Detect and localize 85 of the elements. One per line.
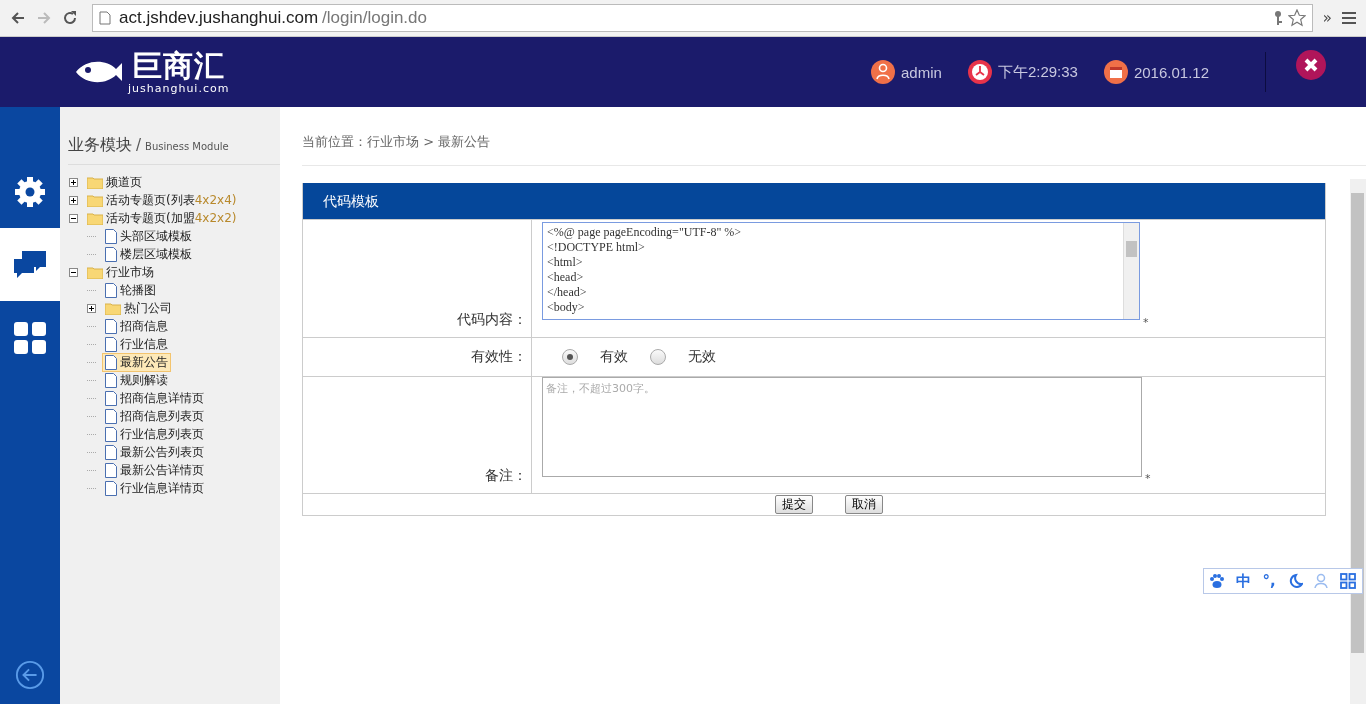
title-separator: / <box>136 136 142 154</box>
close-icon[interactable] <box>1296 50 1326 80</box>
tree-item[interactable]: 最新公告列表页 <box>102 442 207 462</box>
file-icon <box>105 390 117 406</box>
address-field[interactable]: act.jshdev.jushanghui.com /login/login.do <box>92 4 1313 32</box>
tree-item[interactable]: 行业信息详情页 <box>102 478 207 498</box>
required-mark: * <box>1143 316 1149 329</box>
folder-icon <box>87 265 103 279</box>
field-label: 代码内容： <box>457 311 527 329</box>
time-text: 下午2:29:33 <box>997 62 1078 82</box>
file-icon <box>105 444 117 460</box>
menu-icon[interactable] <box>1342 12 1356 24</box>
file-icon <box>105 282 117 298</box>
file-icon <box>105 408 117 424</box>
tree-item[interactable]: 行业市场 <box>84 262 157 282</box>
file-icon <box>105 354 117 370</box>
radio-button[interactable] <box>650 349 666 365</box>
submit-button[interactable]: 提交 <box>775 495 813 514</box>
breadcrumb: 当前位置：行业市场 > 最新公告 <box>302 107 1366 166</box>
grid-icon[interactable] <box>1340 573 1357 589</box>
tree-item[interactable]: 最新公告详情页 <box>102 460 207 480</box>
settings-icon <box>13 174 47 209</box>
chat-icon <box>12 248 48 281</box>
tree-item[interactable]: 活动专题页(列表4x2x4) <box>84 190 240 210</box>
file-icon <box>105 246 117 262</box>
collapse-toggle-icon[interactable] <box>69 213 78 223</box>
overflow-button[interactable]: » <box>1322 9 1332 27</box>
tree-item[interactable]: 轮播图 <box>102 280 159 300</box>
paw-icon[interactable] <box>1209 573 1226 589</box>
tree-item[interactable]: 楼层区域模板 <box>102 244 195 264</box>
file-icon <box>105 480 117 496</box>
sidebar-subtitle: Business Module <box>145 141 229 152</box>
tree-item[interactable]: 活动专题页(加盟4x2x2) <box>84 208 240 228</box>
punctuation-toggle[interactable]: °, <box>1262 572 1276 590</box>
tree-item[interactable]: 头部区域模板 <box>102 226 195 246</box>
folder-icon <box>87 193 103 207</box>
folder-icon <box>87 175 103 189</box>
expand-toggle-icon[interactable] <box>69 177 78 187</box>
file-icon <box>105 228 117 244</box>
language-toggle[interactable]: 中 <box>1236 571 1252 591</box>
star-icon[interactable] <box>1287 9 1306 27</box>
file-icon <box>105 318 117 334</box>
user-icon <box>871 60 895 84</box>
folder-icon <box>105 301 121 315</box>
tree-item[interactable]: 最新公告 <box>102 352 171 372</box>
field-label: 有效性： <box>471 348 527 366</box>
file-icon <box>105 372 117 388</box>
tree-item[interactable]: 频道页 <box>84 172 145 192</box>
reload-icon[interactable] <box>62 10 78 26</box>
file-icon <box>105 462 117 478</box>
note-field[interactable]: 备注，不超过300字。 <box>542 377 1142 477</box>
tree-item[interactable]: 行业信息列表页 <box>102 424 207 444</box>
required-mark: * <box>1145 472 1151 485</box>
cancel-button[interactable]: 取消 <box>845 495 883 514</box>
tree-item[interactable]: 热门公司 <box>102 298 175 318</box>
code-field[interactable]: <%@ page pageEncoding="UTF-8" %> <!DOCTYPE html> <html> <head> </head> <body> <box>542 222 1140 320</box>
collapse-toggle-icon[interactable] <box>69 267 78 277</box>
file-icon <box>105 426 117 442</box>
scrollbar[interactable] <box>1350 179 1366 704</box>
expand-toggle-icon[interactable] <box>69 195 78 205</box>
panel-title: 代码模板 <box>303 183 1325 219</box>
radio-label: 有效 <box>600 348 628 366</box>
sidebar-title: 业务模块 <box>68 135 132 156</box>
expand-toggle-icon[interactable] <box>87 303 96 313</box>
tree-item[interactable]: 招商信息 <box>102 316 171 336</box>
radio-label: 无效 <box>688 348 716 366</box>
calendar-icon <box>1103 60 1128 84</box>
date-text: 2016.01.12 <box>1133 63 1209 81</box>
tree-item[interactable]: 招商信息详情页 <box>102 388 207 408</box>
file-icon <box>105 336 117 352</box>
scrollbar[interactable] <box>1123 223 1139 319</box>
radio-button[interactable] <box>562 349 578 365</box>
collapse-icon[interactable] <box>15 660 45 690</box>
logo-text: 巨商汇 <box>132 49 226 82</box>
page-icon <box>99 11 111 25</box>
tree-item[interactable]: 行业信息 <box>102 334 171 354</box>
tree-item[interactable]: 规则解读 <box>102 370 171 390</box>
clock-icon <box>967 60 992 84</box>
folder-icon <box>87 211 103 225</box>
field-label: 备注： <box>485 467 527 485</box>
username: admin <box>901 63 942 81</box>
logo-domain: jushanghui.com <box>128 81 230 95</box>
tree-item[interactable]: 招商信息列表页 <box>102 406 207 426</box>
back-icon[interactable] <box>10 10 26 26</box>
grid-icon <box>13 320 47 355</box>
